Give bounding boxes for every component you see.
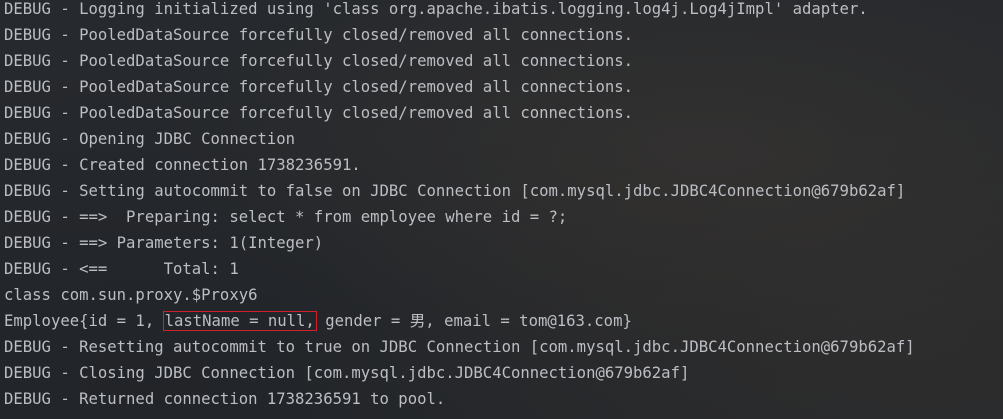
console-output: DEBUG - Logging initialized using 'class… <box>0 0 1003 419</box>
log-line: DEBUG - PooledDataSource forcefully clos… <box>4 26 634 44</box>
log-line: class com.sun.proxy.$Proxy6 <box>4 286 258 304</box>
log-line: DEBUG - ==> Preparing: select * from emp… <box>4 208 568 226</box>
log-line: DEBUG - Setting autocommit to false on J… <box>4 182 906 200</box>
log-line: DEBUG - Resetting autocommit to true on … <box>4 338 915 356</box>
log-line: DEBUG - Created connection 1738236591. <box>4 156 361 174</box>
log-line: DEBUG - Returned connection 1738236591 t… <box>4 390 446 408</box>
log-line: DEBUG - PooledDataSource forcefully clos… <box>4 78 634 96</box>
log-line: DEBUG - Logging initialized using 'class… <box>4 0 868 18</box>
employee-prefix: Employee{id = 1, <box>4 312 164 330</box>
log-line: DEBUG - <== Total: 1 <box>4 260 239 278</box>
log-line: DEBUG - ==> Parameters: 1(Integer) <box>4 234 324 252</box>
employee-output-line: Employee{id = 1, lastName = null, gender… <box>0 308 1003 334</box>
log-line: DEBUG - PooledDataSource forcefully clos… <box>4 52 634 70</box>
highlighted-lastname: lastName = null, <box>162 311 317 331</box>
log-line: DEBUG - Opening JDBC Connection <box>4 130 296 148</box>
log-line: DEBUG - PooledDataSource forcefully clos… <box>4 104 634 122</box>
employee-suffix: gender = 男, email = tom@163.com} <box>315 312 632 330</box>
log-line: DEBUG - Closing JDBC Connection [com.mys… <box>4 364 690 382</box>
